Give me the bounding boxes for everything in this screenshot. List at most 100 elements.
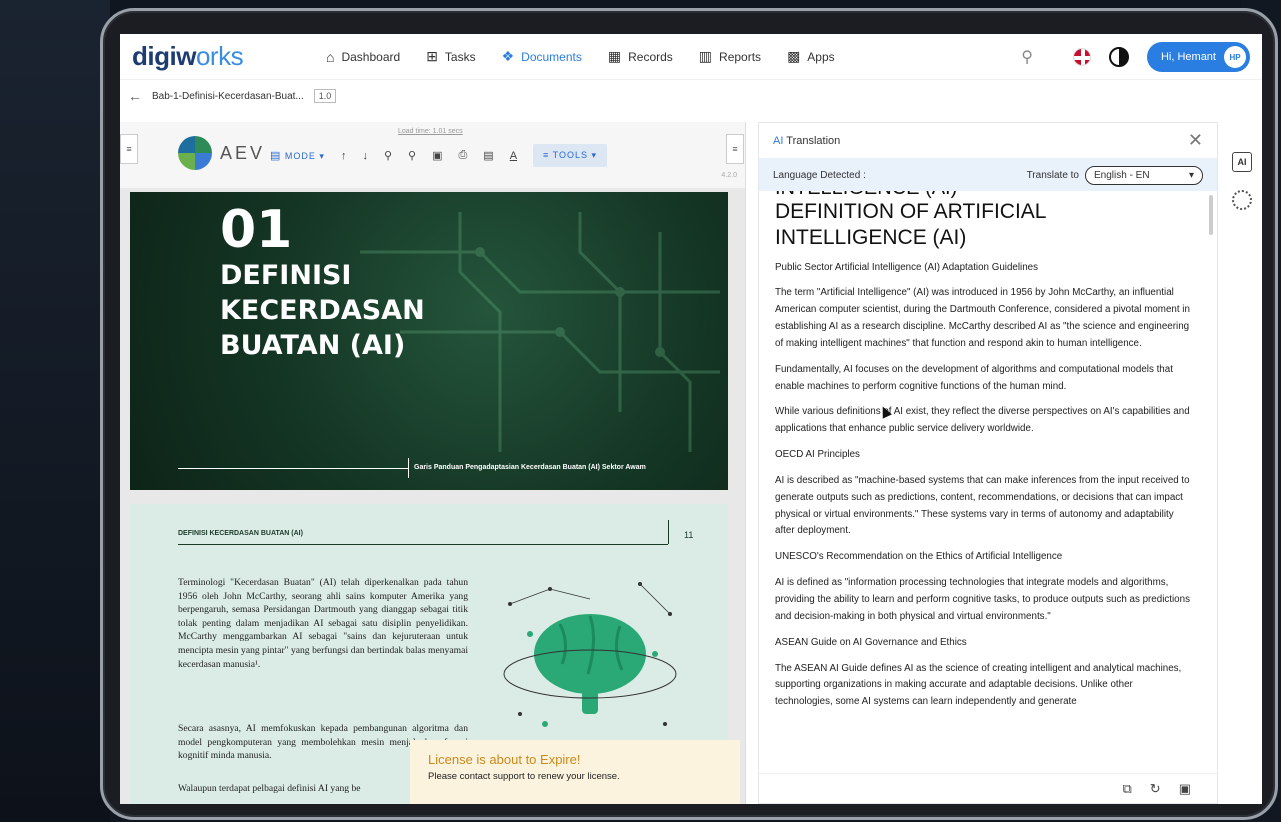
nav-label: Apps	[807, 49, 835, 64]
nav-label: Tasks	[444, 49, 476, 64]
page-paragraph-1: Terminologi "Kecerdasan Buatan" (AI) tel…	[178, 577, 468, 670]
right-rail: AI	[1232, 152, 1252, 210]
translation-paragraph: Public Sector Artificial Intelligence (A…	[775, 261, 1039, 273]
home-icon: ⌂	[326, 48, 335, 65]
next-page-icon[interactable]: ↓	[362, 150, 368, 162]
nav-item-apps[interactable]: ▩ Apps	[787, 48, 835, 65]
translation-heading: DEFINITION OF ARTIFICIAL INTELLIGENCE (A…	[775, 200, 1046, 250]
document-viewer: ≡ ≡ Load time: 1.01 secs AEV ▤ MODE ▾ ↑ …	[120, 122, 746, 804]
page-number: 11	[684, 530, 694, 540]
panel-footer: ⧉ ↻ ▣	[759, 773, 1217, 803]
top-navigation: digiworks ⌂ Dashboard ⊞ Tasks ❖ Documents ▦ Rec…	[120, 34, 1262, 80]
translation-paragraph: AI is defined as "information processing…	[775, 577, 1190, 622]
reports-icon: ▥	[698, 48, 713, 64]
version-badge: 1.0	[313, 89, 337, 103]
print-icon[interactable]: ⎙	[458, 149, 467, 162]
tools-dropdown[interactable]: ≡ TOOLS ▾	[533, 144, 607, 167]
user-menu-button[interactable]: Hi, Hemant HP	[1146, 42, 1250, 72]
translation-content[interactable]: INTELLIGENCE (AI) DEFINITION OF ARTIFICI…	[759, 191, 1209, 767]
cover-page: 01 DEFINISI KECERDASAN BUATAN (AI) Garis…	[130, 192, 728, 490]
theme-toggle-icon[interactable]	[1108, 47, 1129, 67]
translation-paragraph: While various definitions of AI exist, t…	[775, 406, 1190, 435]
translate-to-label: Translate to	[1026, 169, 1079, 181]
load-time: Load time: 1.01 secs	[398, 128, 463, 135]
nav-label: Reports	[719, 49, 762, 64]
refresh-icon[interactable]: ↻	[1150, 781, 1161, 797]
translation-paragraph: UNESCO's Recommendation on the Ethics of…	[775, 551, 1063, 563]
cover-subtitle: Garis Panduan Pengadaptasian Kecerdasan …	[414, 464, 646, 471]
text-icon[interactable]: A	[510, 150, 517, 162]
version-number: 4.2.0	[721, 172, 737, 179]
aev-logo: AEV	[178, 136, 265, 170]
user-greeting: Hi, Hemant	[1160, 51, 1216, 63]
copy-icon[interactable]: ⧉	[1123, 781, 1132, 797]
document-filename: Bab-1-Definisi-Kecerdasan-Buat...	[152, 90, 304, 102]
language-detected-label: Language Detected :	[773, 169, 866, 181]
translation-paragraph: The ASEAN AI Guide defines AI as the sci…	[775, 662, 1182, 708]
nav-label: Dashboard	[341, 49, 401, 64]
zoom-out-icon[interactable]: ⚲	[384, 149, 392, 162]
chevron-down-icon: ▾	[1188, 169, 1194, 181]
back-arrow-icon[interactable]: ←	[128, 88, 142, 104]
cover-title: DEFINISI KECERDASAN BUATAN (AI)	[220, 260, 425, 362]
cover-divider	[408, 458, 409, 478]
panel-title: AI Translation	[773, 134, 841, 147]
nav-right: ⚲ Hi, Hemant HP	[1021, 42, 1250, 72]
save-icon[interactable]: ▣	[432, 149, 442, 162]
aev-flower-icon	[178, 136, 212, 170]
clipped-heading: INTELLIGENCE (AI)	[775, 191, 1193, 199]
nav-label: Documents	[521, 49, 582, 64]
nav-item-reports[interactable]: ▥ Reports	[699, 48, 761, 65]
save-icon[interactable]: ▣	[1179, 781, 1191, 797]
header-rule	[178, 544, 668, 545]
toast-title: License is about to Expire!	[428, 752, 581, 767]
comment-icon[interactable]: ▤	[483, 149, 493, 162]
translation-paragraphs: Public Sector Artificial Intelligence (A…	[775, 260, 1193, 712]
nav-item-documents[interactable]: ❖ Documents	[502, 48, 582, 65]
header-divider	[668, 520, 669, 544]
nav-item-records[interactable]: ▦ Records	[608, 48, 673, 65]
records-icon: ▦	[607, 48, 622, 64]
chapter-number: 01	[220, 200, 293, 260]
tasks-icon: ⊞	[426, 48, 438, 64]
fingerprint-icon[interactable]	[1232, 190, 1252, 210]
mode-dropdown[interactable]: ▤ MODE ▾	[270, 149, 325, 162]
page-header: DEFINISI KECERDASAN BUATAN (AI)	[178, 530, 303, 537]
pdf-page-area[interactable]: 01 DEFINISI KECERDASAN BUATAN (AI) Garis…	[130, 192, 728, 804]
license-toast[interactable]: License is about to Expire! Please conta…	[410, 740, 740, 804]
target-language-select[interactable]: English - EN ▾	[1085, 165, 1203, 185]
close-icon[interactable]: ✕	[1188, 130, 1203, 151]
documents-icon: ❖	[501, 48, 515, 64]
uk-flag-icon[interactable]	[1072, 48, 1091, 66]
ai-translation-panel: AI Translation ✕ Language Detected : Tra…	[758, 122, 1218, 804]
search-icon[interactable]: ⚲	[1021, 47, 1033, 67]
viewer-tools: ▤ MODE ▾ ↑ ↓ ⚲ ⚲ ▣ ⎙ ▤ A ≡ TOOLS ▾	[270, 144, 607, 167]
translation-paragraph: The term "Artificial Intelligence" (AI) …	[775, 287, 1190, 349]
nav-item-tasks[interactable]: ⊞ Tasks	[426, 48, 475, 65]
cover-rule	[178, 468, 408, 469]
apps-icon: ▩	[787, 48, 801, 64]
left-panel-toggle[interactable]: ≡	[120, 134, 138, 164]
prev-page-icon[interactable]: ↑	[341, 150, 347, 162]
background-left	[0, 0, 110, 822]
panel-header: AI Translation ✕	[759, 123, 1217, 159]
viewer-toolbar: ≡ ≡ Load time: 1.01 secs AEV ▤ MODE ▾ ↑ …	[120, 122, 745, 188]
breadcrumb: ← Bab-1-Definisi-Kecerdasan-Buat... 1.0	[128, 84, 337, 108]
translation-paragraph: ASEAN Guide on AI Governance and Ethics	[775, 636, 967, 648]
right-panel-toggle[interactable]: ≡	[726, 134, 744, 164]
brain-illustration	[503, 582, 677, 727]
app-screen: digiworks ⌂ Dashboard ⊞ Tasks ❖ Documents ▦ Rec…	[120, 34, 1262, 804]
nav-item-dashboard[interactable]: ⌂ Dashboard	[326, 49, 400, 65]
translation-paragraph: OECD AI Principles	[775, 449, 860, 461]
translation-paragraph: AI is described as "machine-based system…	[775, 474, 1190, 537]
nav-menu: ⌂ Dashboard ⊞ Tasks ❖ Documents ▦ Records ▥ Repor…	[326, 48, 835, 65]
nav-label: Records	[628, 49, 673, 64]
ai-assistant-icon[interactable]: AI	[1232, 152, 1252, 172]
avatar: HP	[1224, 46, 1246, 68]
panel-scrollbar[interactable]	[1209, 195, 1213, 235]
toast-message: Please contact support to renew your lic…	[428, 771, 620, 782]
language-row: Language Detected : Translate to English…	[759, 159, 1217, 191]
translation-paragraph: Fundamentally, AI focuses on the develop…	[775, 363, 1173, 392]
zoom-in-icon[interactable]: ⚲	[408, 149, 416, 162]
digiworks-logo[interactable]: digiworks	[132, 41, 312, 72]
